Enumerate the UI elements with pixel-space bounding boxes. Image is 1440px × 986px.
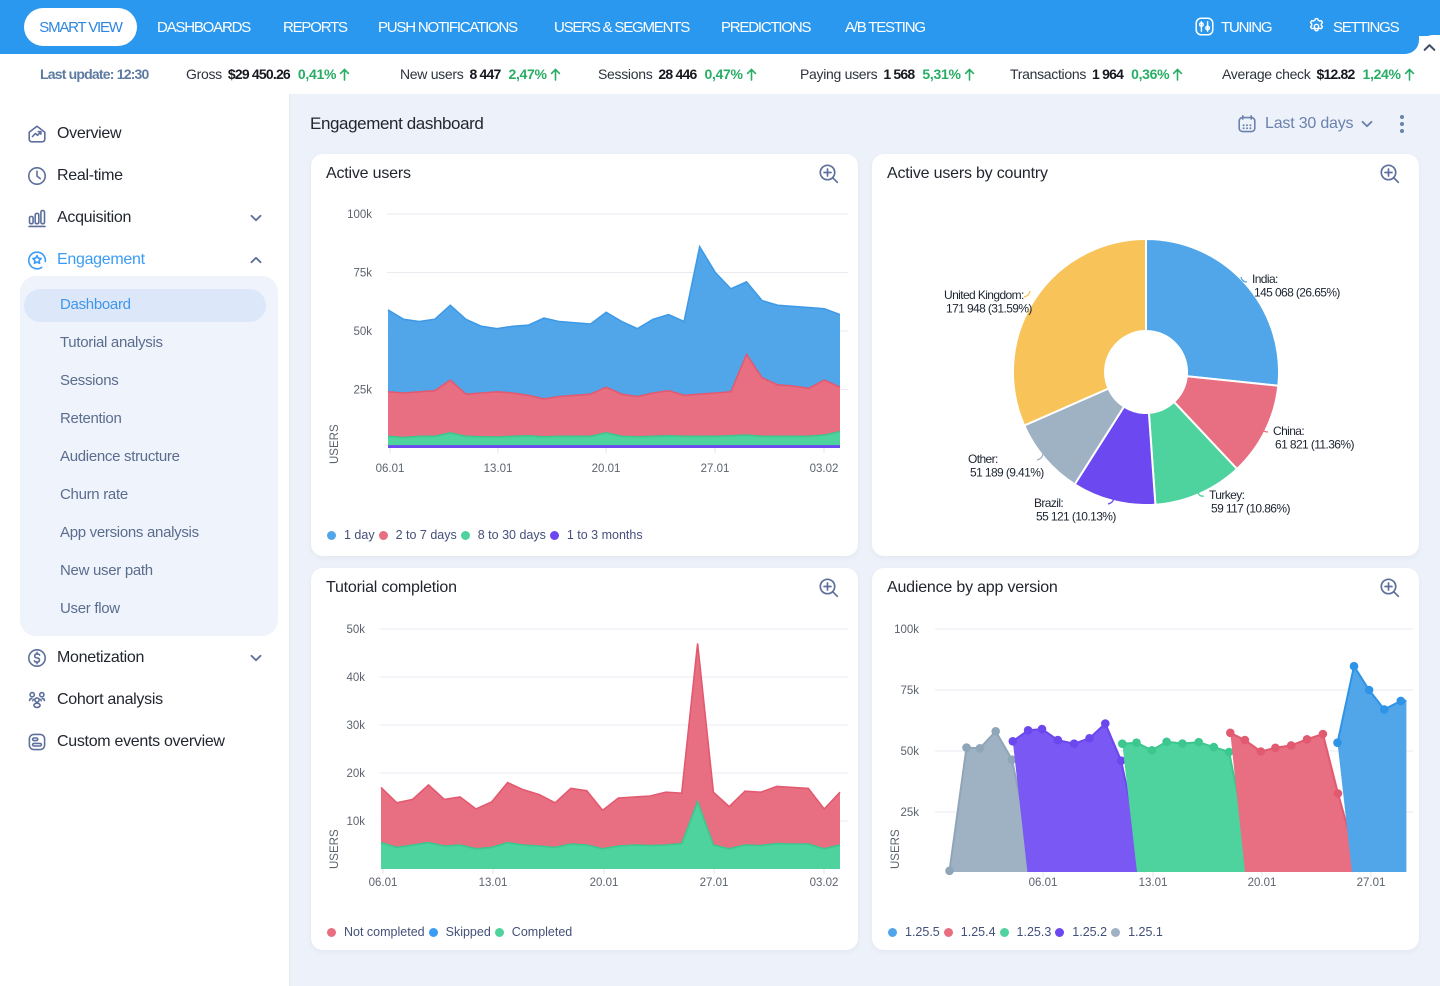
- svg-text:30k: 30k: [346, 720, 365, 732]
- svg-text:03.02: 03.02: [810, 463, 839, 475]
- svg-text:Brazil:: Brazil:: [1034, 496, 1063, 510]
- svg-text:50k: 50k: [346, 624, 365, 636]
- svg-text:United Kingdom:: United Kingdom:: [944, 288, 1024, 302]
- svg-text:Other:: Other:: [968, 452, 998, 466]
- svg-text:75k: 75k: [900, 685, 919, 697]
- svg-text:USERS: USERS: [890, 829, 902, 869]
- svg-text:USERS: USERS: [329, 829, 341, 869]
- svg-text:03.02: 03.02: [810, 877, 839, 889]
- svg-text:06.01: 06.01: [376, 463, 405, 475]
- svg-text:27.01: 27.01: [701, 463, 730, 475]
- svg-text:145 068 (26.65%): 145 068 (26.65%): [1254, 286, 1340, 300]
- svg-text:100k: 100k: [894, 624, 919, 636]
- svg-text:India:: India:: [1252, 272, 1278, 286]
- svg-text:40k: 40k: [346, 672, 365, 684]
- svg-text:13.01: 13.01: [484, 463, 513, 475]
- svg-text:100k: 100k: [347, 209, 372, 221]
- svg-text:59 117 (10.86%): 59 117 (10.86%): [1211, 502, 1290, 516]
- svg-text:20.01: 20.01: [1248, 877, 1277, 889]
- svg-text:27.01: 27.01: [700, 877, 729, 889]
- svg-text:50k: 50k: [353, 326, 372, 338]
- svg-text:China:: China:: [1273, 424, 1304, 438]
- svg-text:06.01: 06.01: [1029, 877, 1058, 889]
- svg-text:171 948 (31.59%): 171 948 (31.59%): [946, 302, 1032, 316]
- svg-text:51 189 (9.41%): 51 189 (9.41%): [970, 466, 1044, 480]
- svg-text:13.01: 13.01: [1139, 877, 1168, 889]
- svg-text:10k: 10k: [346, 816, 365, 828]
- svg-text:Turkey:: Turkey:: [1209, 488, 1245, 502]
- svg-text:25k: 25k: [353, 385, 372, 397]
- svg-text:55 121 (10.13%): 55 121 (10.13%): [1036, 510, 1116, 524]
- svg-text:27.01: 27.01: [1357, 877, 1386, 889]
- svg-text:20.01: 20.01: [590, 877, 619, 889]
- svg-text:13.01: 13.01: [479, 877, 508, 889]
- svg-text:20k: 20k: [346, 768, 365, 780]
- svg-text:25k: 25k: [900, 807, 919, 819]
- svg-text:20.01: 20.01: [592, 463, 621, 475]
- svg-text:61 821 (11.36%): 61 821 (11.36%): [1275, 438, 1354, 452]
- svg-text:75k: 75k: [353, 268, 372, 280]
- svg-text:06.01: 06.01: [369, 877, 398, 889]
- svg-text:USERS: USERS: [329, 424, 341, 464]
- svg-text:50k: 50k: [900, 746, 919, 758]
